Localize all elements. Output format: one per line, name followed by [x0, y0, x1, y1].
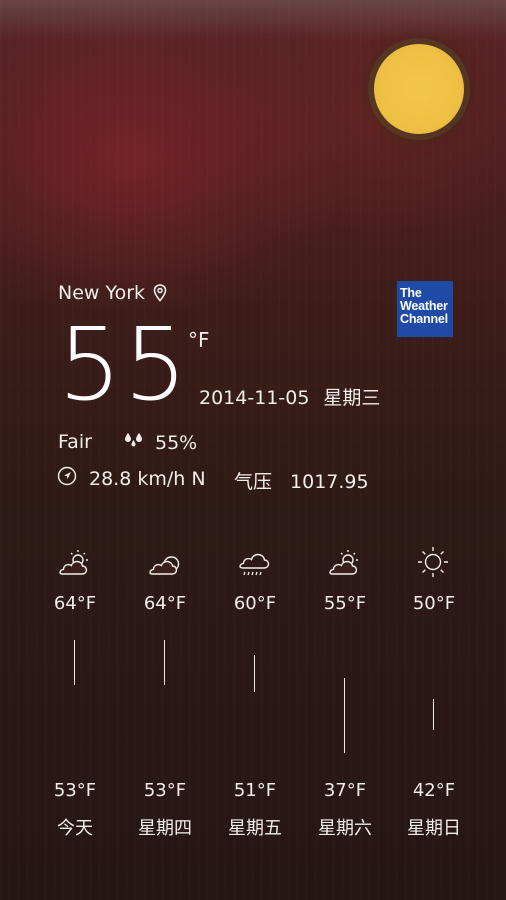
weekday-value: 星期三	[323, 387, 381, 409]
weather-condition: Fair	[58, 431, 92, 453]
humidity-value: 55%	[155, 431, 198, 454]
wind-value: 28.8 km/h N	[89, 467, 206, 490]
wind-compass-icon	[57, 466, 77, 491]
forecast-high: 60°F	[233, 593, 277, 614]
pressure-label: 气压	[234, 471, 273, 493]
forecast-low: 51°F	[233, 780, 277, 801]
temperature-range-bar	[74, 640, 75, 685]
weather-channel-logo[interactable]: The Weather Channel	[397, 281, 453, 337]
forecast-day-label: 星期日	[407, 818, 461, 839]
forecast-day-label: 星期四	[138, 818, 192, 839]
forecast-low: 53°F	[53, 780, 97, 801]
forecast-high: 55°F	[323, 593, 367, 614]
current-date: 2014-11-05 星期三	[199, 383, 380, 410]
rain-cloud-icon	[234, 547, 274, 579]
temperature-range-bar	[254, 655, 255, 692]
partly-cloudy-sun-icon	[324, 547, 364, 579]
pressure-value: 1017.95	[290, 471, 369, 493]
partly-cloudy-sun-icon	[54, 547, 94, 579]
humidity: 55%	[123, 431, 197, 454]
status-bar-area	[0, 0, 506, 40]
forecast-low: 42°F	[412, 780, 456, 801]
date-value: 2014-11-05	[199, 387, 310, 409]
forecast-low: 53°F	[143, 780, 187, 801]
temperature-range-bar	[433, 699, 434, 730]
sun-icon	[374, 44, 464, 134]
forecast-day-label: 今天	[57, 818, 93, 839]
sun-icon	[413, 545, 453, 577]
forecast-high: 50°F	[412, 593, 456, 614]
location-label: New York	[58, 282, 146, 304]
pressure: 气压 1017.95	[234, 467, 369, 494]
forecast-low: 37°F	[323, 780, 367, 801]
temperature-unit: °F	[188, 328, 210, 352]
temperature-range-bar	[344, 678, 345, 753]
location[interactable]: New York	[58, 282, 167, 304]
wind: 28.8 km/h N	[57, 466, 206, 491]
location-pin-icon	[153, 284, 167, 302]
forecast-day-label: 星期六	[318, 818, 372, 839]
forecast-high: 64°F	[143, 593, 187, 614]
forecast-day-label: 星期五	[228, 818, 282, 839]
forecast-high: 64°F	[53, 593, 97, 614]
humidity-icon	[123, 431, 145, 454]
temperature-range-bar	[164, 640, 165, 685]
current-temperature: 55	[58, 306, 190, 423]
cloudy-icon	[144, 547, 184, 579]
